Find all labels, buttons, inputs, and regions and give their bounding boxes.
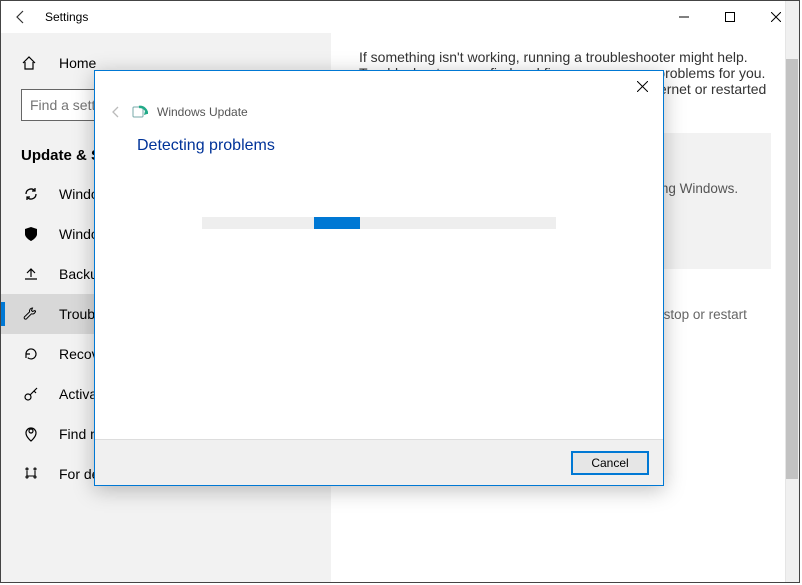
developer-icon xyxy=(21,466,41,482)
dialog-footer: Cancel xyxy=(95,439,663,485)
dialog-back-icon xyxy=(109,105,123,119)
wrench-icon xyxy=(21,306,41,322)
window-controls xyxy=(661,1,799,33)
titlebar: Settings xyxy=(1,1,799,33)
key-icon xyxy=(21,386,41,402)
history-icon xyxy=(21,346,41,362)
dialog-heading: Detecting problems xyxy=(137,137,621,155)
dialog-close-button[interactable] xyxy=(631,75,653,97)
location-icon xyxy=(21,426,41,442)
vertical-scrollbar[interactable] xyxy=(785,1,799,582)
backup-icon xyxy=(21,266,41,282)
progress-fill xyxy=(314,217,360,229)
scrollbar-thumb[interactable] xyxy=(786,59,798,479)
dialog-subtitle: Windows Update xyxy=(157,105,248,119)
sidebar-home-label: Home xyxy=(59,55,96,71)
shield-icon xyxy=(21,226,41,242)
windows-update-icon xyxy=(132,104,148,120)
cancel-button[interactable]: Cancel xyxy=(571,451,649,475)
troubleshooter-dialog: Windows Update Detecting problems Cancel xyxy=(94,70,664,486)
dialog-titlebar xyxy=(95,71,663,101)
home-icon xyxy=(21,55,41,71)
sync-icon xyxy=(21,186,41,202)
minimize-button[interactable] xyxy=(661,1,707,33)
back-button[interactable] xyxy=(1,1,41,33)
dialog-header: Windows Update xyxy=(95,101,663,123)
maximize-button[interactable] xyxy=(707,1,753,33)
progress-bar xyxy=(202,217,556,229)
dialog-body: Detecting problems xyxy=(95,123,663,439)
window-title: Settings xyxy=(45,10,88,24)
